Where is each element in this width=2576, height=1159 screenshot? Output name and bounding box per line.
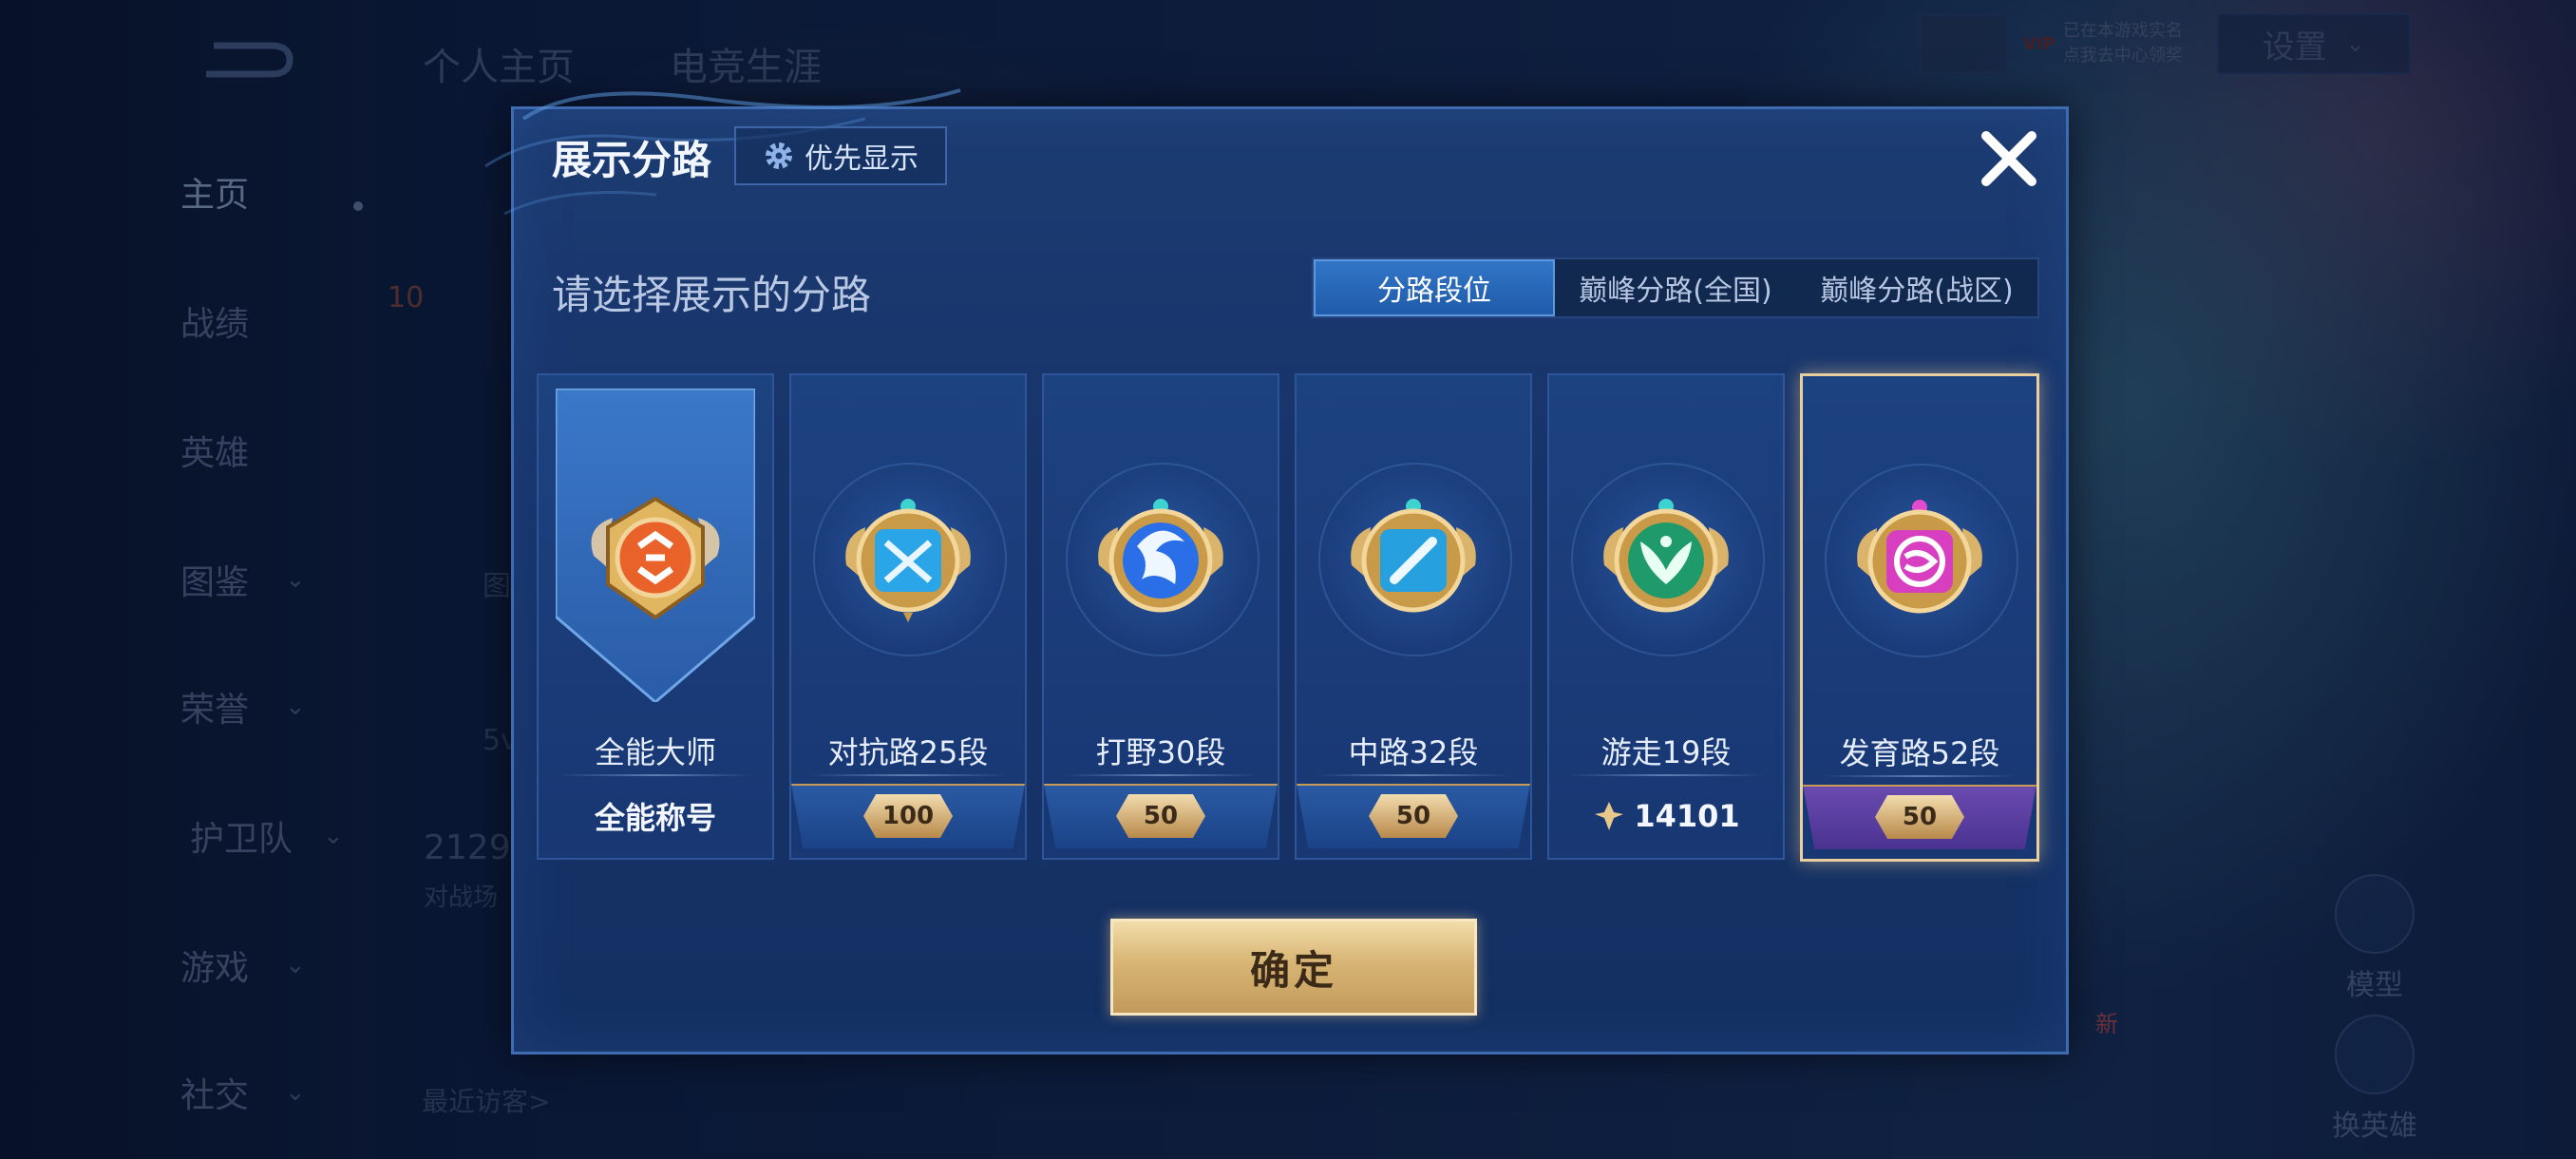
all-round-title-text: 全能称号	[594, 800, 716, 836]
priority-display-label: 优先显示	[805, 142, 919, 176]
lane-card-roam[interactable]: 游走19段 14101	[1547, 373, 1785, 860]
card-footer: 14101	[1549, 778, 1783, 854]
priority-display-button[interactable]: 优先显示	[734, 126, 947, 185]
star-count-badge: 100	[863, 794, 953, 838]
card-divider	[558, 774, 753, 776]
lane-display-dialog: 展示分路 优先显示 请选择展示的分路 分路段位 巅峰分路(全国) 巅峰分路(战区…	[484, 88, 2069, 1054]
close-button[interactable]	[1971, 121, 2047, 197]
lane-card-clash[interactable]: 对抗路25段 100	[789, 373, 1027, 860]
lane-name: 对抗路25段	[827, 734, 989, 770]
all-round-medal-icon	[591, 496, 720, 620]
lane-name: 全能大师	[594, 734, 716, 770]
confirm-label: 确定	[1249, 946, 1337, 994]
medal-core	[1628, 522, 1704, 598]
lane-name: 游走19段	[1601, 734, 1732, 770]
card-divider	[1316, 774, 1511, 776]
lane-name: 中路32段	[1348, 734, 1479, 770]
lane-card-all-round[interactable]: 全能大师 全能称号	[537, 373, 774, 860]
lane-card-list: 全能大师 全能称号 对抗路25段 100 打野30段 50 中路32段 50 游…	[537, 373, 2047, 862]
lane-name: 打野30段	[1095, 734, 1226, 770]
tab-peak-lane-region[interactable]: 巅峰分路(战区)	[1796, 259, 2037, 316]
tab-peak-lane-national[interactable]: 巅峰分路(全国)	[1555, 259, 1796, 316]
roam-medal-icon	[1603, 499, 1729, 613]
star-count-badge: 50	[1116, 794, 1205, 838]
card-footer: 100	[791, 778, 1025, 854]
star-count-badge: 50	[1369, 794, 1458, 838]
card-footer: 50	[1803, 779, 2036, 855]
card-footer: 全能称号	[539, 778, 772, 854]
card-footer: 50	[1044, 778, 1278, 854]
peak-points: 14101	[1592, 798, 1740, 834]
close-icon	[1981, 131, 2036, 186]
star-count-badge: 50	[1875, 795, 1964, 839]
jungle-medal-icon	[1098, 499, 1223, 613]
dialog-title: 展示分路	[552, 137, 712, 183]
lane-name: 发育路52段	[1839, 735, 2000, 771]
peak-points-value: 14101	[1634, 798, 1740, 834]
card-divider	[1822, 775, 2017, 777]
card-footer: 50	[1297, 778, 1530, 854]
peak-points-icon	[1595, 802, 1624, 830]
card-divider	[1063, 774, 1259, 776]
lane-card-jungle[interactable]: 打野30段 50	[1042, 373, 1279, 860]
lane-category-tabs: 分路段位 巅峰分路(全国) 巅峰分路(战区)	[1312, 257, 2039, 318]
lane-card-mid[interactable]: 中路32段 50	[1295, 373, 1532, 860]
clash-lane-medal-icon	[845, 499, 971, 622]
lane-card-farm[interactable]: 发育路52段 50	[1800, 373, 2039, 862]
confirm-button[interactable]: 确定	[1110, 919, 1477, 1016]
gear-icon	[766, 142, 792, 169]
tab-lane-rank[interactable]: 分路段位	[1314, 259, 1555, 316]
card-divider	[1568, 774, 1764, 776]
selection-prompt: 请选择展示的分路	[552, 272, 872, 318]
card-divider	[810, 774, 1006, 776]
farm-lane-medal-icon	[1857, 500, 1982, 614]
mid-lane-medal-icon	[1351, 499, 1476, 613]
